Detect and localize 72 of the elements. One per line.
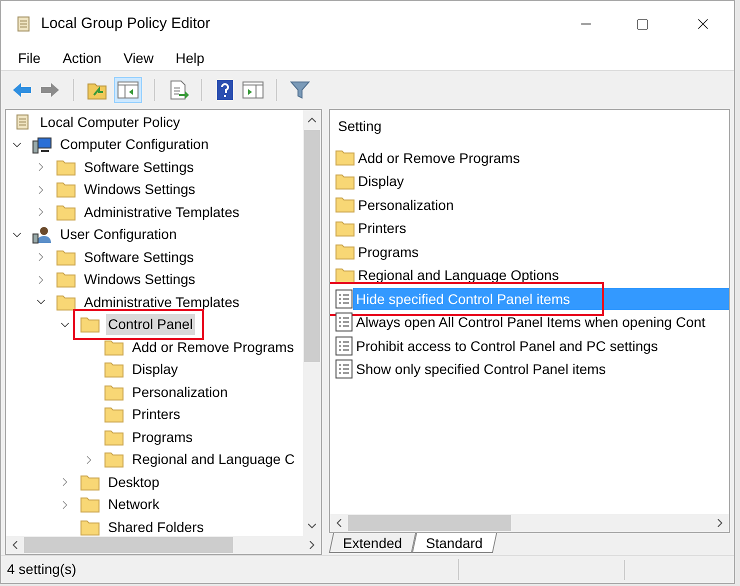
- horizontal-scrollbar[interactable]: [330, 514, 729, 532]
- maximize-icon[interactable]: [636, 18, 649, 30]
- setting-item[interactable]: Add or Remove Programs: [355, 146, 729, 169]
- show-pane-icon[interactable]: [242, 79, 264, 101]
- folder-icon: [104, 361, 124, 378]
- tree-item[interactable]: Regional and Language C: [130, 449, 297, 470]
- column-header[interactable]: Setting: [338, 116, 729, 138]
- window-title: Local Group Policy Editor: [41, 14, 210, 34]
- tree-item[interactable]: Add or Remove Programs: [130, 336, 296, 358]
- folder-icon: [335, 172, 355, 190]
- folder-icon: [56, 294, 76, 311]
- folder-icon: [80, 496, 100, 514]
- tree-item[interactable]: Windows Settings: [82, 179, 198, 200]
- show-tree-button[interactable]: [114, 77, 142, 103]
- tree-item[interactable]: Programs: [130, 426, 195, 448]
- tree-item[interactable]: Printers: [130, 404, 182, 426]
- folder-icon: [335, 220, 355, 237]
- tree-item[interactable]: Computer Configuration: [58, 134, 211, 156]
- menu-item[interactable]: Help: [176, 48, 204, 69]
- help-icon[interactable]: [214, 79, 236, 101]
- filter-icon[interactable]: [289, 79, 311, 101]
- status-text: 4 setting(s): [1, 559, 459, 580]
- tree-item[interactable]: Shared Folders: [106, 516, 206, 536]
- folder-icon: [335, 149, 355, 166]
- folder-icon: [335, 243, 355, 260]
- folder-icon: [56, 204, 76, 221]
- tree-item[interactable]: Network: [106, 494, 162, 516]
- tree-item[interactable]: Display: [130, 359, 180, 380]
- menu-item[interactable]: View: [123, 48, 154, 69]
- folder-icon: [104, 384, 124, 401]
- vertical-scrollbar[interactable]: [303, 110, 321, 536]
- tree-item[interactable]: Administrative Templates: [82, 292, 242, 313]
- setting-icon: [335, 336, 353, 356]
- folder-icon: [56, 181, 76, 198]
- setting-item[interactable]: Printers: [355, 217, 729, 240]
- tree-item[interactable]: Local Computer Policy: [38, 112, 182, 133]
- horizontal-scrollbar[interactable]: [6, 536, 321, 554]
- setting-item[interactable]: Regional and Language Options: [355, 264, 729, 286]
- tree-item[interactable]: Personalization: [130, 382, 230, 403]
- setting-item[interactable]: Display: [355, 170, 729, 192]
- folder-icon: [335, 266, 355, 284]
- tree-item[interactable]: Software Settings: [82, 156, 196, 178]
- tree-item[interactable]: Windows Settings: [82, 269, 198, 290]
- folder-icon: [56, 248, 76, 266]
- tree-item[interactable]: Control Panel: [106, 314, 195, 336]
- folder-icon: [104, 338, 124, 356]
- tree-item[interactable]: Administrative Templates: [82, 202, 242, 223]
- setting-item[interactable]: Prohibit access to Control Panel and PC settings: [353, 334, 729, 357]
- menu-item[interactable]: Action: [62, 48, 102, 69]
- setting-item[interactable]: Programs: [355, 240, 729, 263]
- computer-icon: [32, 136, 52, 154]
- folder-icon: [104, 406, 124, 424]
- setting-item[interactable]: Personalization: [355, 194, 729, 216]
- tree-item[interactable]: User Configuration: [58, 224, 179, 246]
- setting-icon: [335, 288, 353, 309]
- folder-icon: [80, 474, 100, 491]
- view-tab[interactable]: Extended: [328, 533, 416, 553]
- folder-icon: [104, 428, 124, 446]
- setting-item[interactable]: Show only specified Control Panel items: [353, 358, 729, 380]
- folder-icon: [80, 316, 100, 334]
- user-icon: [32, 226, 52, 244]
- tree-item[interactable]: Desktop: [106, 472, 162, 493]
- tree-item[interactable]: Software Settings: [82, 246, 196, 268]
- setting-item[interactable]: Always open All Control Panel Items when opening Cont: [353, 311, 729, 334]
- folder-icon: [104, 451, 124, 468]
- setting-icon: [335, 359, 353, 380]
- setting-icon: [335, 312, 353, 332]
- folder-icon: [335, 196, 355, 214]
- menu-item[interactable]: File: [18, 48, 41, 69]
- view-tab[interactable]: Standard: [412, 533, 498, 553]
- folder-icon: [56, 271, 76, 288]
- folder-icon: [56, 158, 76, 176]
